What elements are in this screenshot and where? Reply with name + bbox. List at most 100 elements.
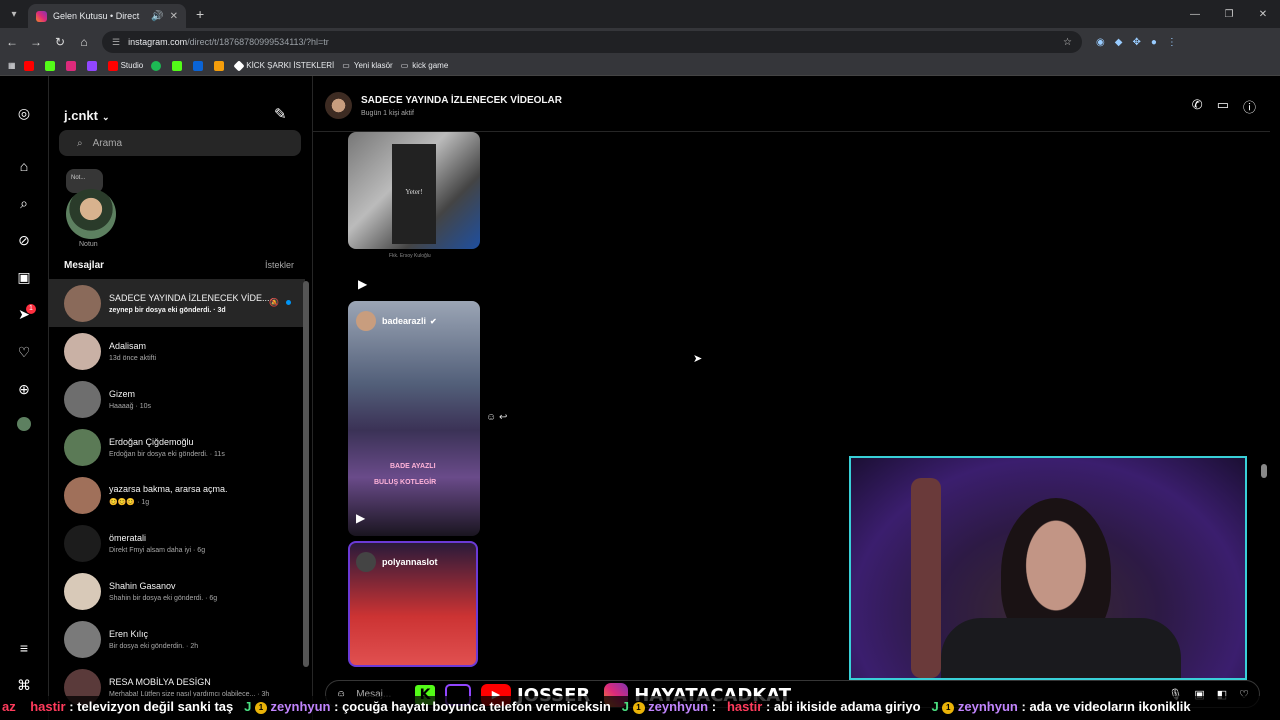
conversation-row[interactable]: Gizem Haaaağ · 10s	[49, 375, 305, 423]
group-avatar[interactable]	[325, 92, 352, 119]
profile-icon[interactable]: ●	[1151, 37, 1157, 48]
folder-icon: ▭	[400, 61, 409, 70]
close-window-icon[interactable]: ✕	[1246, 0, 1280, 28]
bookmark-kick-2[interactable]	[172, 60, 185, 71]
account-switcher[interactable]: j.cnkt ⌄	[64, 108, 110, 123]
reload-icon[interactable]: ↻	[48, 35, 72, 49]
meta-apps-icon[interactable]: ⌘	[15, 676, 33, 694]
inbox-panel: j.cnkt ⌄ ✎ ⌕ Arama Not... Notun Mesajlar İ…	[49, 76, 313, 720]
ticker-text: : ada ve videoların ikoniklik	[1021, 699, 1191, 714]
ticker-message: az	[2, 699, 30, 714]
conversation-row[interactable]: yazarsa bakma, ararsa açma. 😊😊😊 · 1g	[49, 471, 305, 519]
bookmark-folder[interactable]: ▭ kick game	[401, 61, 449, 70]
conversation-name: ömeratali	[109, 532, 147, 543]
ticker-message: hastir : abi ikiside adama giriyo	[727, 699, 932, 714]
requests-link[interactable]: İstekler	[265, 260, 294, 270]
chat-title[interactable]: SADECE YAYINDA İZLENECEK VİDEOLAR	[361, 95, 562, 106]
conversation-row[interactable]: Eren Kılıç Bir dosya eki gönderdin. · 2h	[49, 615, 305, 663]
home-icon[interactable]: ⌂	[15, 157, 33, 175]
verified-icon: ✔	[430, 316, 437, 326]
menu-dots-icon[interactable]: ⋮	[1167, 37, 1177, 48]
messages-heading: Mesajlar	[64, 260, 105, 271]
note-avatar[interactable]	[66, 189, 116, 239]
minimize-icon[interactable]: —	[1178, 0, 1212, 28]
conversation-row[interactable]: Erdoğan Çiğdemoğlu Erdoğan bir dosya eki …	[49, 423, 305, 471]
shared-photo[interactable]: Yeter!	[348, 132, 480, 249]
phone-icon[interactable]: ✆	[1192, 97, 1203, 116]
close-tab-icon[interactable]: ✕	[170, 11, 178, 22]
mouse-cursor-icon: ➤	[693, 353, 703, 365]
bookmark-star-icon[interactable]: ☆	[1063, 37, 1072, 48]
inbox-scrollbar[interactable]	[303, 281, 309, 667]
conversation-name: Adalisam	[109, 340, 147, 351]
bookmark-twitch[interactable]	[86, 60, 100, 71]
ticker-user: zeynhyun	[957, 699, 1018, 714]
restore-icon[interactable]: ❐	[1212, 0, 1246, 28]
streamer-body	[941, 618, 1181, 678]
ticker-text: : abi ikiside adama giriyo	[765, 699, 921, 714]
notifications-heart-icon[interactable]: ♡	[15, 343, 33, 361]
conversation-row[interactable]: SADECE YAYINDA İZLENECEK VİDE... zeynep b…	[49, 279, 305, 327]
bookmark-outlook[interactable]	[193, 60, 206, 71]
extensions-puzzle-icon[interactable]: ✥	[1132, 37, 1140, 48]
speaker-icon[interactable]: 🔊	[151, 11, 163, 22]
info-icon[interactable]: ⓘ	[1243, 97, 1256, 116]
bookmark-label: KİCK ŞARKI İSTEKLERİ	[246, 61, 335, 70]
forward-icon[interactable]: →	[24, 35, 48, 49]
create-icon[interactable]: ⊕	[15, 380, 33, 398]
apps-grid-icon[interactable]: ▦	[8, 61, 16, 70]
conversation-snippet: Bir dosya eki gönderdin. · 2h	[109, 642, 199, 650]
more-menu-icon[interactable]: ≡	[15, 639, 33, 657]
shared-reel[interactable]: badearazli ✔ BADE AYAZLI BULUŞ KOTLEGİR ▶	[348, 301, 480, 536]
bookmark-label: Yeni klasör	[353, 61, 393, 70]
profile-avatar[interactable]	[17, 417, 31, 431]
conversation-row[interactable]: Adalisam 13d önce aktifti	[49, 327, 305, 375]
conversation-row[interactable]: Shahin Gasanov Shahin bir dosya eki gönde…	[49, 567, 305, 615]
conversation-name: SADECE YAYINDA İZLENECEK VİDE...	[109, 292, 269, 303]
new-tab-button[interactable]: +	[196, 6, 204, 22]
reels-icon[interactable]: ▣	[15, 268, 33, 286]
ticker-message: J 1 zeynhyun : çocuğa hayatı boyunca tel…	[244, 699, 622, 714]
extensions: ◉ ◆ ✥ ● ⋮	[1096, 37, 1177, 48]
conversation-name: Shahin Gasanov	[109, 580, 176, 591]
bookmark-folder[interactable]: ▭ Yeni klasör	[342, 61, 392, 70]
home-icon[interactable]: ⌂	[72, 35, 96, 49]
search-placeholder: Arama	[92, 137, 123, 149]
bookmark-instagram[interactable]	[65, 60, 79, 71]
url-path: /direct/t/18768780999534113/?hl=tr	[187, 37, 329, 47]
bookmark-spotify[interactable]	[151, 60, 164, 71]
ticker-user: az	[2, 699, 16, 714]
explore-icon[interactable]: ⊘	[15, 231, 33, 249]
conversation-name: Erdoğan Çiğdemoğlu	[109, 436, 194, 447]
extension-icon[interactable]: ◆	[1115, 37, 1123, 48]
conversation-snippet: Haaaağ · 10s	[109, 402, 152, 410]
bookmark-kick-requests[interactable]: KİCK ŞARKI İSTEKLERİ	[233, 59, 335, 72]
react-emoji-icon[interactable]: ☺	[486, 412, 496, 423]
reply-icon[interactable]: ↩	[499, 412, 507, 423]
bookmark-misc[interactable]	[214, 60, 227, 71]
chat-scrollbar[interactable]	[1261, 136, 1267, 676]
search-icon[interactable]: ⌕	[15, 194, 33, 212]
new-message-icon[interactable]: ✎	[274, 105, 287, 123]
stream-chat-ticker: az hastir : televizyon değil sanki taş J…	[0, 696, 1280, 720]
site-info-icon[interactable]: ☰	[112, 37, 120, 48]
folder-icon: ▭	[342, 61, 350, 70]
video-call-icon[interactable]: ▭	[1217, 97, 1229, 116]
tab-search-button[interactable]: ▾	[0, 0, 28, 28]
extension-icon[interactable]: ◉	[1096, 37, 1105, 48]
conversation-snippet: zeynep bir dosya eki gönderdi. · 3d	[109, 306, 226, 314]
reel-author[interactable]: polyannaslot	[356, 552, 438, 572]
back-icon[interactable]: ←	[0, 35, 24, 49]
bookmark-studio[interactable]: Studio	[107, 60, 143, 71]
url-field[interactable]: ☰ instagram.com/direct/t/187687809995341…	[102, 31, 1082, 53]
instagram-logo-icon[interactable]: ◎	[15, 104, 33, 122]
search-input[interactable]: ⌕ Arama	[59, 130, 301, 156]
ticker-message: J 1 zeynhyun : ada ve videoların ikonikl…	[931, 699, 1201, 714]
bookmark-kick[interactable]	[44, 60, 58, 71]
bookmark-youtube[interactable]	[23, 60, 37, 71]
browser-tab[interactable]: Gelen Kutusu • Direct 🔊 ✕	[28, 4, 186, 28]
reel-author[interactable]: badearazli ✔	[356, 311, 437, 331]
scrollbar-thumb[interactable]	[1261, 464, 1267, 478]
shared-reel[interactable]: polyannaslot	[348, 541, 478, 667]
conversation-row[interactable]: ömeratali Direkt Fmyi alsam daha iyi · 6g	[49, 519, 305, 567]
